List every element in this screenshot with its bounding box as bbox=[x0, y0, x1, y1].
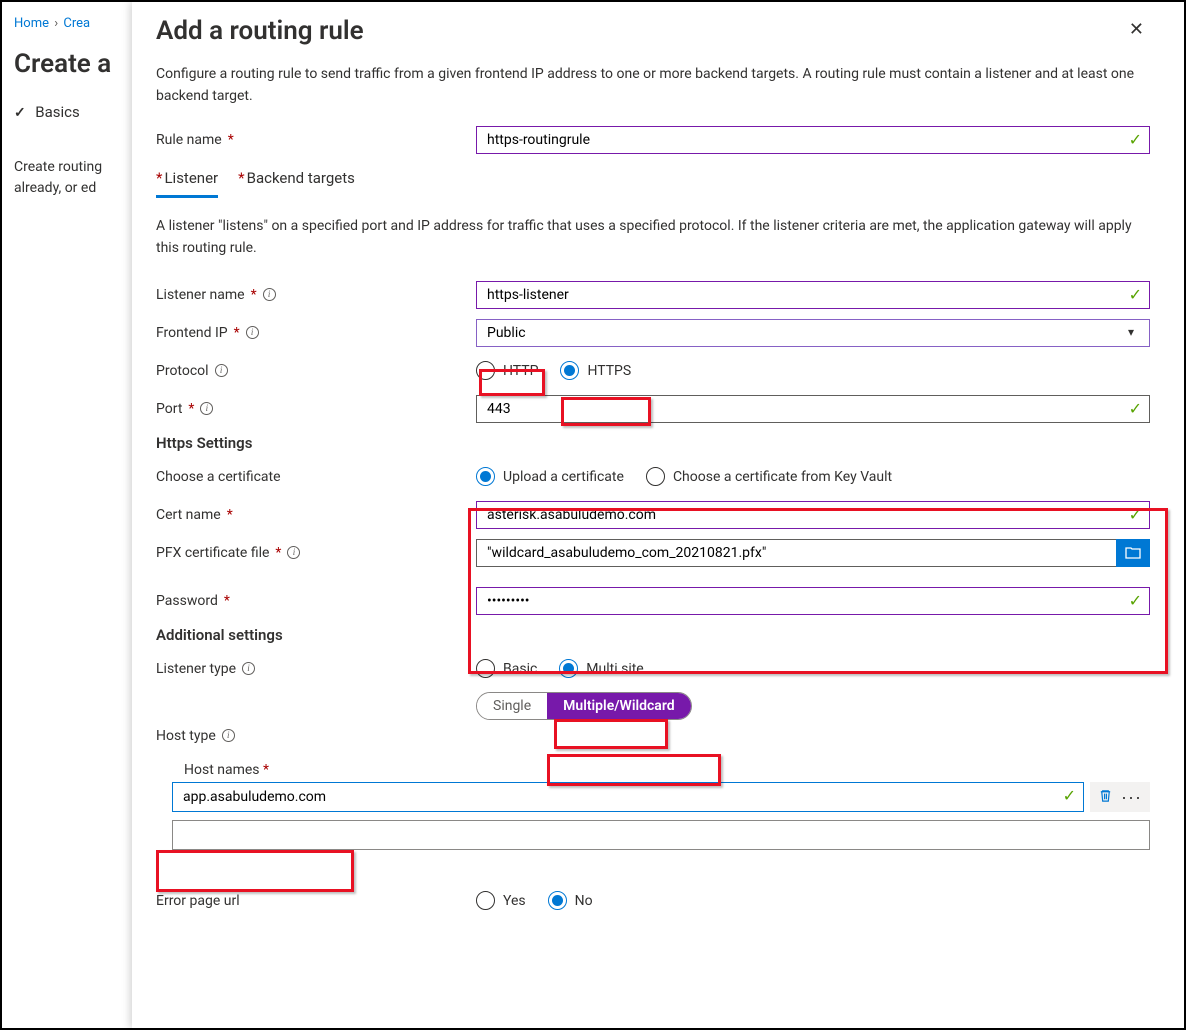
checkmark-icon: ✓ bbox=[1129, 399, 1142, 419]
info-icon[interactable] bbox=[222, 729, 235, 742]
listener-name-input[interactable] bbox=[476, 281, 1150, 309]
radio-listener-multisite[interactable]: Multi site bbox=[559, 659, 643, 678]
pfx-file-input[interactable] bbox=[476, 539, 1116, 567]
section-https-settings: Https Settings bbox=[156, 434, 1150, 452]
bg-desc-line2: already, or ed bbox=[14, 178, 130, 199]
breadcrumb-crea[interactable]: Crea bbox=[63, 16, 90, 31]
checkmark-icon: ✓ bbox=[1063, 786, 1076, 806]
radio-errorpage-no[interactable]: No bbox=[548, 891, 593, 910]
chevron-right-icon: › bbox=[54, 16, 58, 31]
required-asterisk: * bbox=[228, 132, 234, 148]
host-type-toggle[interactable]: Single Multiple/Wildcard bbox=[476, 692, 692, 720]
checkmark-icon: ✓ bbox=[1129, 505, 1142, 525]
label-host-type: Host type bbox=[156, 728, 216, 744]
pill-host-multiple[interactable]: Multiple/Wildcard bbox=[547, 693, 690, 719]
radio-protocol-http[interactable]: HTTP bbox=[476, 361, 538, 380]
required-asterisk: * bbox=[251, 287, 257, 303]
label-port: Port bbox=[156, 401, 182, 417]
page-title: Create a bbox=[14, 49, 130, 79]
info-icon[interactable] bbox=[242, 662, 255, 675]
breadcrumb-home[interactable]: Home bbox=[14, 16, 49, 31]
tab-listener[interactable]: *Listener bbox=[156, 163, 218, 198]
label-protocol: Protocol bbox=[156, 363, 209, 379]
close-button[interactable]: ✕ bbox=[1123, 14, 1150, 44]
radio-listener-basic[interactable]: Basic bbox=[476, 659, 537, 678]
blade-title: Add a routing rule bbox=[156, 16, 364, 46]
rule-name-input[interactable] bbox=[476, 126, 1150, 154]
password-input[interactable] bbox=[476, 587, 1150, 615]
checkmark-icon: ✓ bbox=[1129, 130, 1142, 150]
step-basics[interactable]: Basics bbox=[35, 103, 80, 121]
checkmark-icon bbox=[14, 105, 32, 121]
label-error-page-url: Error page url bbox=[156, 893, 240, 909]
label-host-names: Host names bbox=[184, 762, 260, 778]
label-listener-name: Listener name bbox=[156, 287, 245, 303]
required-asterisk: * bbox=[234, 325, 240, 341]
checkmark-icon: ✓ bbox=[1129, 285, 1142, 305]
radio-errorpage-yes[interactable]: Yes bbox=[476, 891, 526, 910]
label-listener-type: Listener type bbox=[156, 661, 236, 677]
radio-protocol-https[interactable]: HTTPS bbox=[560, 361, 631, 380]
blade-description: Configure a routing rule to send traffic… bbox=[156, 64, 1146, 107]
checkmark-icon: ✓ bbox=[1129, 591, 1142, 611]
section-additional-settings: Additional settings bbox=[156, 626, 1150, 644]
label-frontend-ip: Frontend IP bbox=[156, 325, 228, 341]
bg-desc-line1: Create routing bbox=[14, 157, 130, 178]
required-asterisk: * bbox=[263, 762, 269, 778]
host-name-input-1[interactable] bbox=[172, 782, 1084, 812]
delete-hostname-button[interactable] bbox=[1094, 784, 1117, 810]
radio-cert-upload[interactable]: Upload a certificate bbox=[476, 467, 624, 486]
label-rule-name: Rule name bbox=[156, 132, 222, 148]
info-icon[interactable] bbox=[263, 288, 276, 301]
host-name-input-2[interactable] bbox=[172, 820, 1150, 850]
label-pfx-file: PFX certificate file bbox=[156, 545, 269, 561]
info-icon[interactable] bbox=[246, 326, 259, 339]
label-password: Password bbox=[156, 593, 218, 609]
ellipsis-icon: ··· bbox=[1121, 787, 1142, 807]
folder-icon bbox=[1125, 546, 1141, 560]
frontend-ip-select[interactable] bbox=[476, 319, 1150, 347]
close-icon: ✕ bbox=[1129, 19, 1144, 39]
required-asterisk: * bbox=[188, 401, 194, 417]
radio-cert-keyvault[interactable]: Choose a certificate from Key Vault bbox=[646, 467, 892, 486]
label-choose-certificate: Choose a certificate bbox=[156, 469, 281, 485]
cert-name-input[interactable] bbox=[476, 501, 1150, 529]
label-cert-name: Cert name bbox=[156, 507, 221, 523]
breadcrumb[interactable]: Home › Crea bbox=[14, 16, 130, 31]
required-asterisk: * bbox=[224, 593, 230, 609]
info-icon[interactable] bbox=[287, 546, 300, 559]
tab-backend-targets[interactable]: *Backend targets bbox=[238, 163, 355, 198]
info-icon[interactable] bbox=[215, 364, 228, 377]
browse-file-button[interactable] bbox=[1116, 539, 1150, 567]
trash-icon bbox=[1098, 788, 1113, 803]
more-hostname-button[interactable]: ··· bbox=[1117, 784, 1146, 810]
required-asterisk: * bbox=[275, 545, 281, 561]
listener-description: A listener "listens" on a specified port… bbox=[156, 216, 1150, 259]
required-asterisk: * bbox=[227, 507, 233, 523]
info-icon[interactable] bbox=[200, 402, 213, 415]
pill-host-single[interactable]: Single bbox=[477, 693, 547, 719]
port-input[interactable] bbox=[476, 395, 1150, 423]
